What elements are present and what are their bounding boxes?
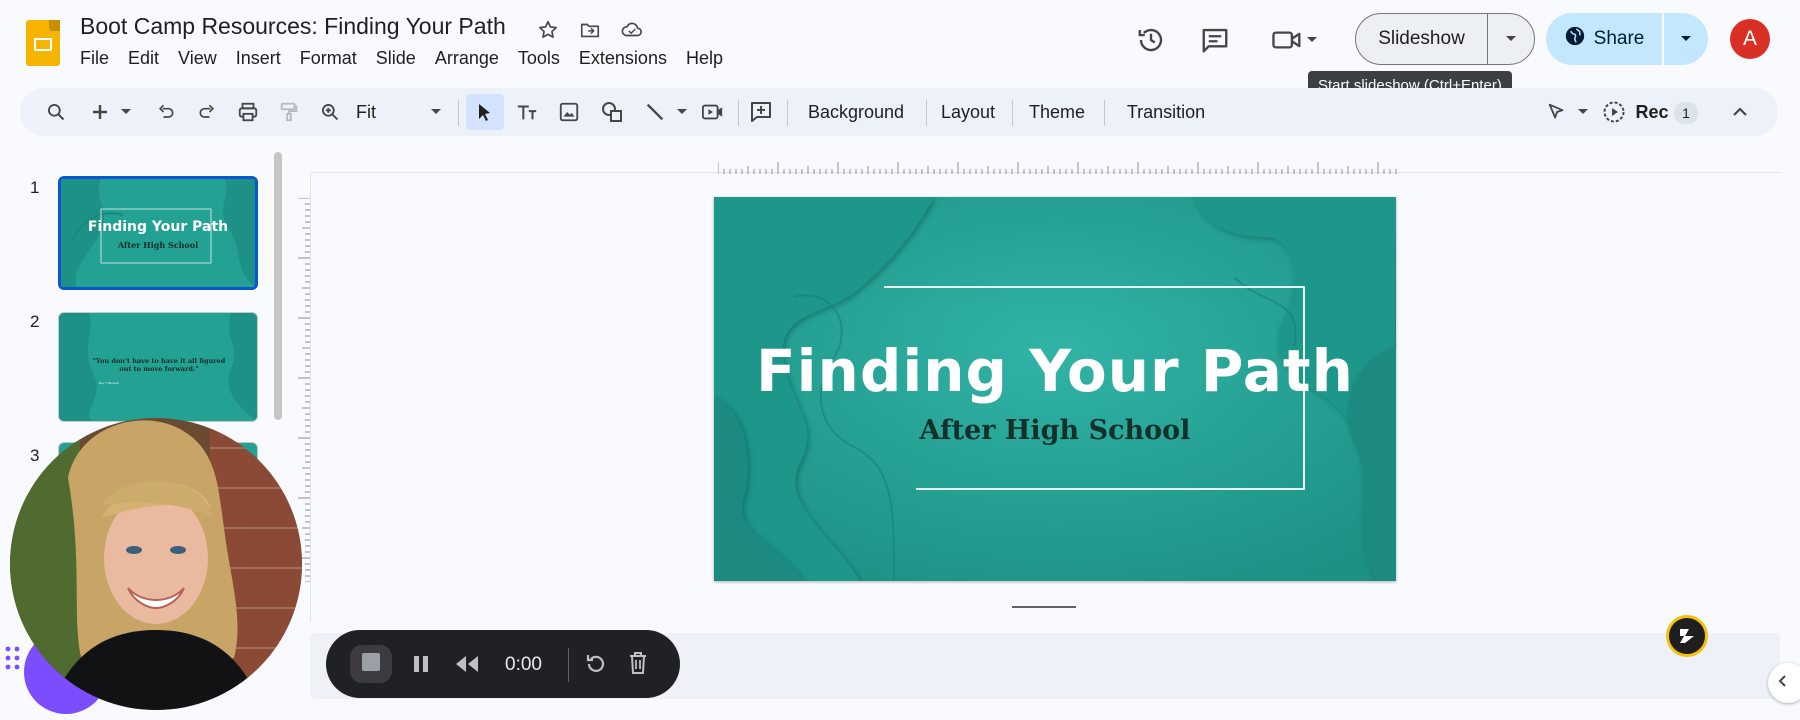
webcam-feed xyxy=(10,418,302,710)
start-slideshow-button[interactable]: Slideshow xyxy=(1356,14,1488,64)
globe-icon xyxy=(1564,25,1586,53)
record-icon[interactable] xyxy=(1598,98,1630,126)
thumb1-title: Finding Your Path xyxy=(87,219,229,235)
share-label: Share xyxy=(1593,28,1645,49)
slide-title[interactable]: Finding Your Path xyxy=(714,337,1396,405)
share-options-button[interactable] xyxy=(1664,13,1708,65)
vertical-ruler xyxy=(298,198,310,582)
move-folder-icon[interactable] xyxy=(577,17,603,43)
menu-arrange[interactable]: Arrange xyxy=(435,46,508,71)
theme-button[interactable]: Theme xyxy=(1022,98,1092,126)
line-dropdown-icon[interactable] xyxy=(672,98,692,126)
star-icon[interactable] xyxy=(535,17,561,43)
recording-timer: 0:00 xyxy=(505,654,542,675)
toolbar-divider xyxy=(458,100,459,126)
menu-slide[interactable]: Slide xyxy=(376,46,425,71)
transition-button[interactable]: Transition xyxy=(1114,98,1218,126)
thumb1-subtitle: After High School xyxy=(117,240,199,250)
menu-format[interactable]: Format xyxy=(300,46,366,71)
rec-button[interactable]: Rec xyxy=(1634,98,1670,126)
stop-icon xyxy=(361,652,381,677)
toolbar-divider xyxy=(926,100,927,126)
cloud-saved-icon[interactable] xyxy=(619,17,645,43)
search-menus-icon[interactable] xyxy=(42,98,70,126)
share-button[interactable]: Share xyxy=(1546,13,1664,65)
shape-icon[interactable] xyxy=(597,98,627,126)
slide-subtitle[interactable]: After High School xyxy=(714,415,1396,446)
menu-file[interactable]: File xyxy=(80,46,118,71)
chevron-left-icon xyxy=(1777,674,1787,693)
new-slide-icon[interactable] xyxy=(88,98,112,126)
slides-logo[interactable] xyxy=(26,20,60,66)
side-panel-expand-button[interactable] xyxy=(1768,663,1800,703)
document-title[interactable]: Boot Camp Resources: Finding Your Path xyxy=(80,13,506,40)
slides-panel-scrollbar[interactable] xyxy=(274,152,282,420)
collapse-toolbar-icon[interactable] xyxy=(1726,98,1754,126)
pointer-dropdown-icon[interactable] xyxy=(1574,98,1592,126)
horizontal-ruler xyxy=(718,162,1397,174)
thumb2-quote: "You don't have to have it all figured o… xyxy=(92,357,226,373)
menu-bar: File Edit View Insert Format Slide Arran… xyxy=(80,46,742,71)
insert-video-icon[interactable] xyxy=(698,98,728,126)
toolbar-divider xyxy=(787,100,788,126)
text-box-icon[interactable] xyxy=(512,98,542,126)
zoom-icon[interactable] xyxy=(316,98,344,126)
zoom-select[interactable]: Fit xyxy=(356,98,396,126)
comments-icon[interactable] xyxy=(1197,22,1233,58)
stop-recording-button[interactable] xyxy=(350,645,392,683)
toolbar-divider xyxy=(1012,100,1013,126)
slide-number: 3 xyxy=(30,446,40,465)
toolbar-divider xyxy=(738,100,739,126)
line-icon[interactable] xyxy=(640,98,670,126)
menu-extensions[interactable]: Extensions xyxy=(579,46,676,71)
chevron-down-icon xyxy=(1505,30,1517,48)
extension-logo-icon[interactable] xyxy=(1666,615,1708,657)
menu-view[interactable]: View xyxy=(178,46,226,71)
toolbar-divider xyxy=(1104,100,1105,126)
current-slide[interactable]: Finding Your Path After High School xyxy=(714,197,1396,581)
rec-count-badge: 1 xyxy=(1674,102,1698,124)
menu-tools[interactable]: Tools xyxy=(518,46,569,71)
thumb2-attribution: Roy T. Bennett xyxy=(99,381,119,385)
drag-handle-icon[interactable] xyxy=(4,645,22,676)
chevron-down-icon xyxy=(1680,30,1692,48)
slide-thumbnail-1[interactable]: Finding Your Path After High School xyxy=(58,176,258,290)
version-history-icon[interactable] xyxy=(1133,22,1169,58)
select-tool-icon[interactable] xyxy=(466,94,504,130)
restart-icon[interactable] xyxy=(584,652,608,681)
pause-icon[interactable] xyxy=(411,654,431,679)
print-icon[interactable] xyxy=(233,98,263,126)
trash-icon[interactable] xyxy=(627,651,649,680)
background-button[interactable]: Background xyxy=(800,98,912,126)
undo-icon[interactable] xyxy=(152,98,180,126)
redo-icon[interactable] xyxy=(193,98,221,126)
slide-number: 2 xyxy=(30,312,40,331)
menu-insert[interactable]: Insert xyxy=(236,46,290,71)
laser-pointer-icon[interactable] xyxy=(1542,98,1572,126)
paint-format-icon[interactable] xyxy=(274,98,304,126)
meet-dropdown-icon[interactable] xyxy=(1300,22,1324,58)
share-button-group: Share xyxy=(1546,13,1708,65)
slide-number: 1 xyxy=(30,178,40,197)
account-avatar[interactable]: A xyxy=(1730,19,1770,59)
notes-resize-handle[interactable] xyxy=(1012,606,1076,608)
slideshow-options-button[interactable] xyxy=(1488,14,1534,64)
insert-image-icon[interactable] xyxy=(554,98,584,126)
menu-help[interactable]: Help xyxy=(686,46,732,71)
slideshow-button: Slideshow xyxy=(1355,13,1535,65)
new-slide-layout-dropdown-icon[interactable] xyxy=(116,98,136,126)
layout-button[interactable]: Layout xyxy=(936,98,1000,126)
zoom-dropdown-icon[interactable] xyxy=(426,98,446,126)
add-comment-icon[interactable] xyxy=(746,98,776,126)
slide-thumbnail-2[interactable]: "You don't have to have it all figured o… xyxy=(58,312,258,422)
rewind-icon[interactable] xyxy=(454,655,480,678)
menu-edit[interactable]: Edit xyxy=(128,46,168,71)
recorder-divider xyxy=(568,648,569,682)
